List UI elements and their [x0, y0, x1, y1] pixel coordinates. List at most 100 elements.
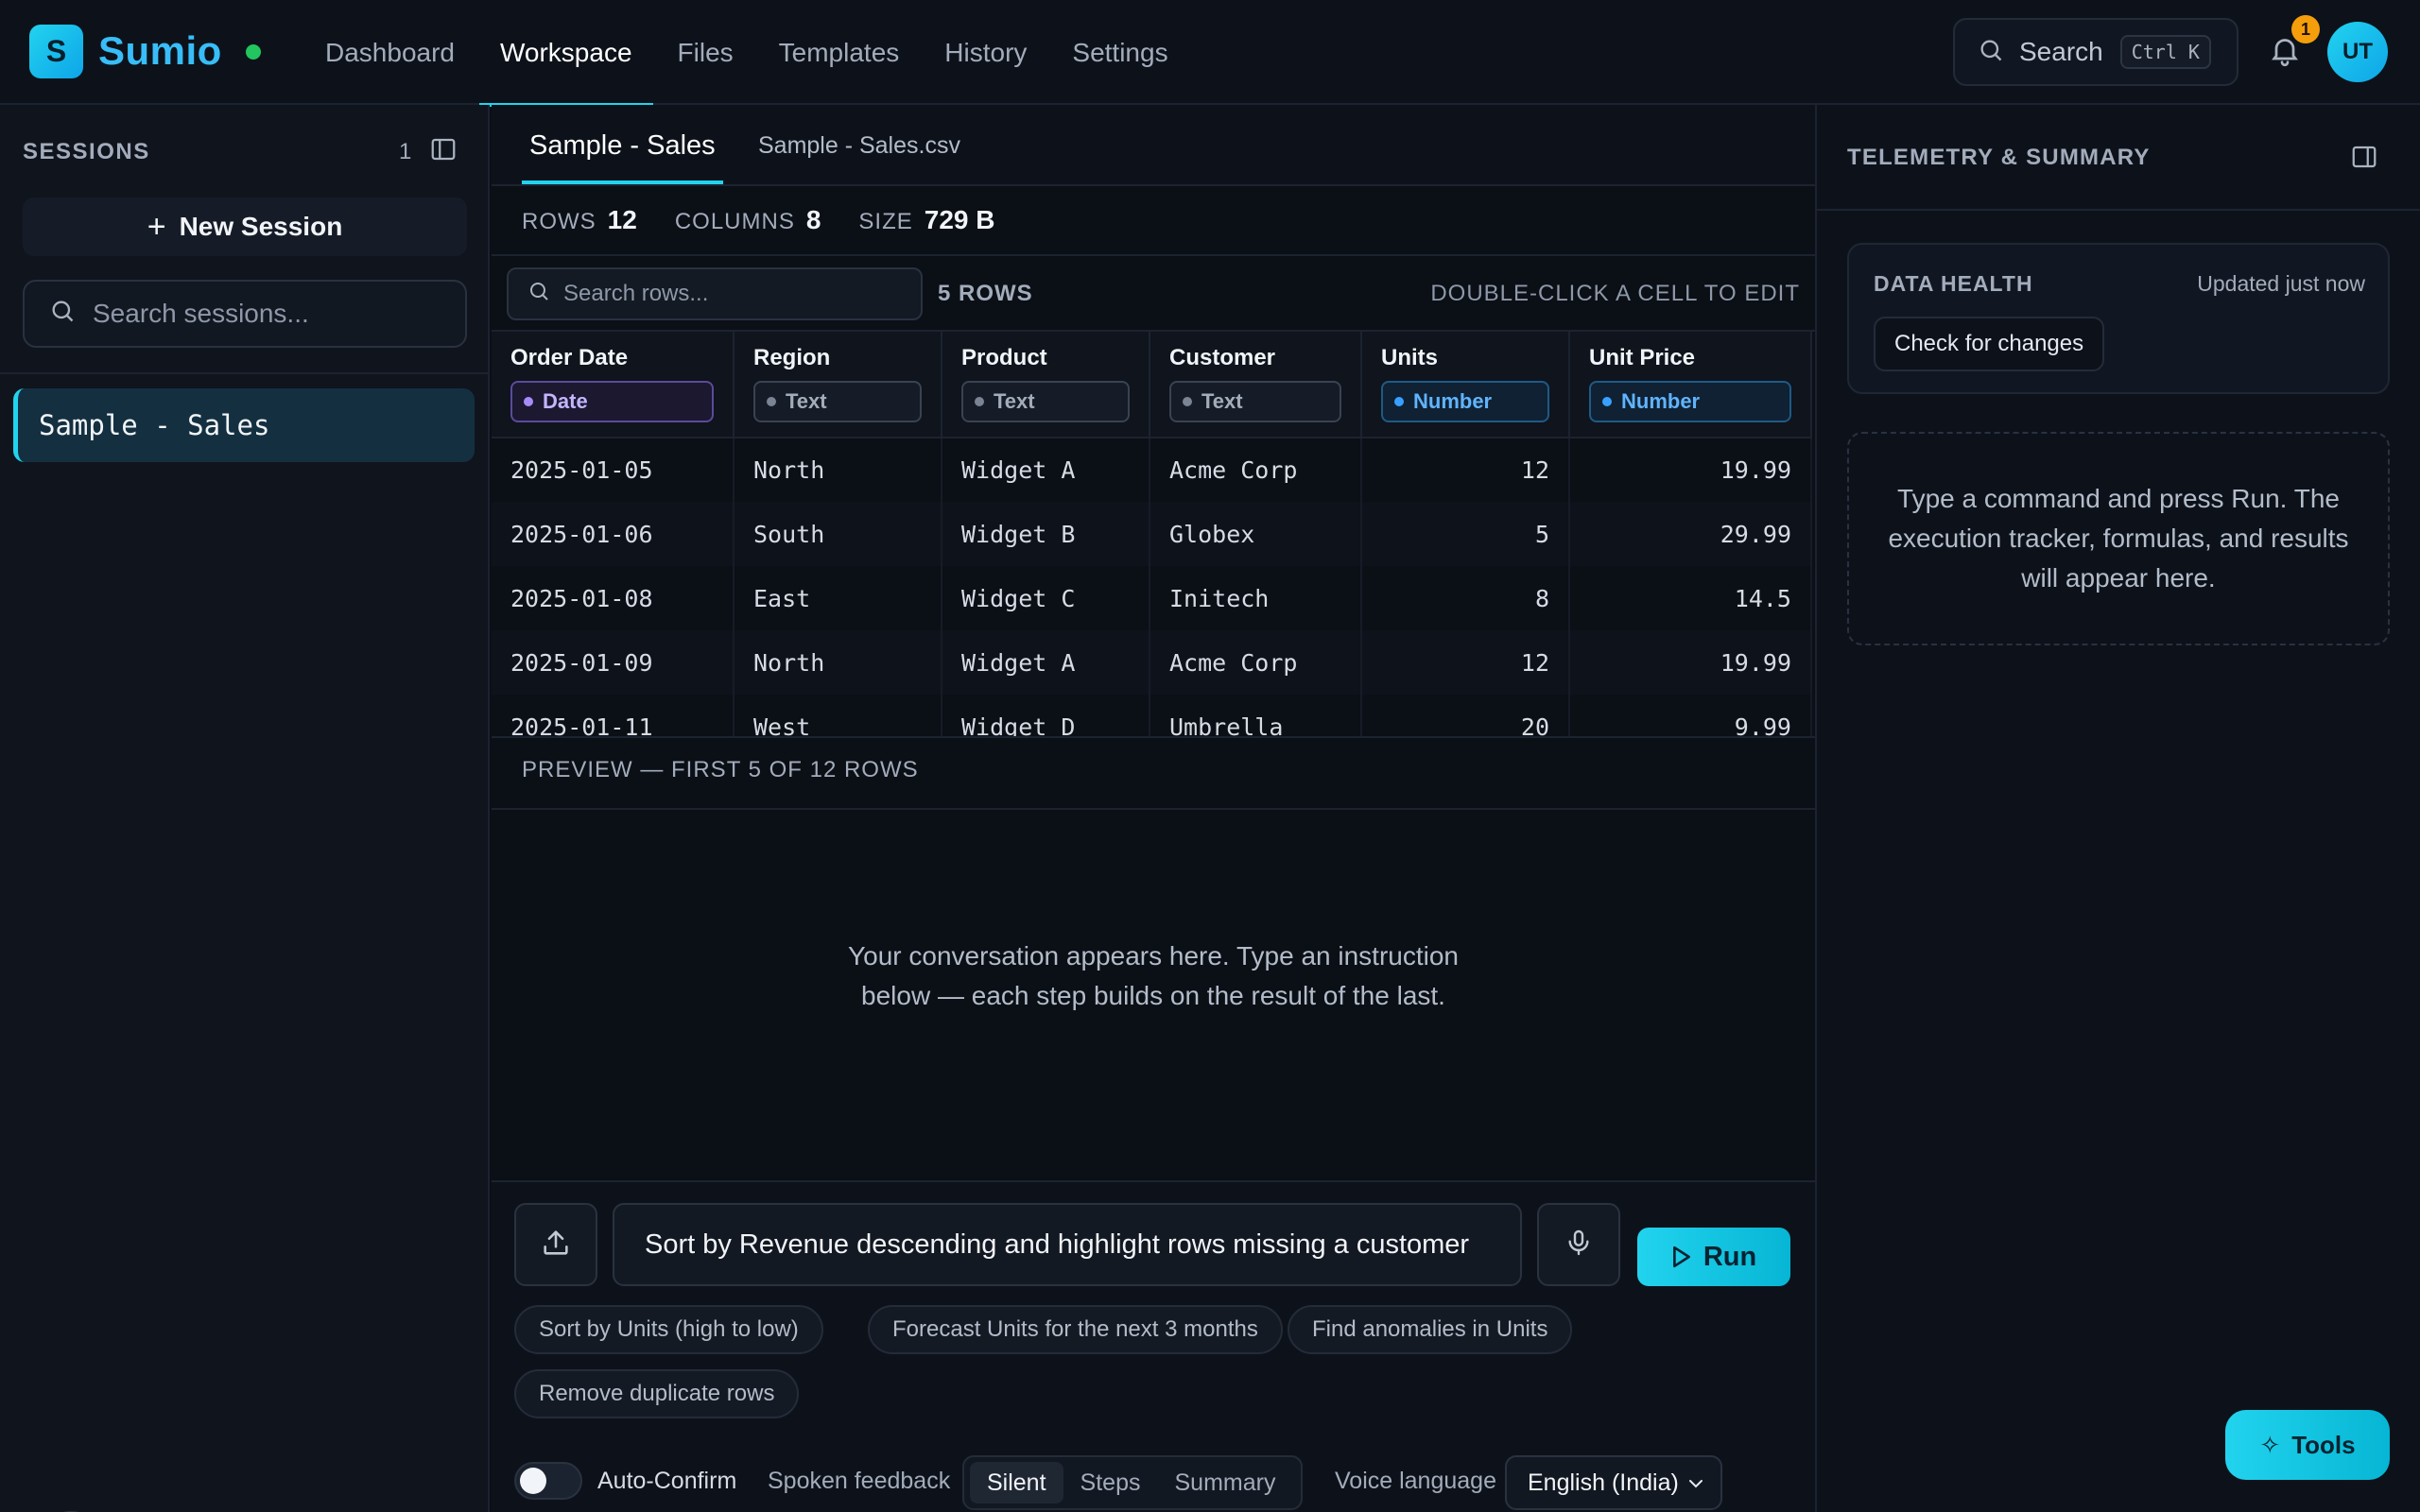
- feedback-option-silent[interactable]: Silent: [970, 1462, 1063, 1503]
- table-cell[interactable]: Widget D: [942, 695, 1150, 736]
- table-cell[interactable]: 2025-01-05: [492, 438, 735, 502]
- stat-value: 8: [805, 205, 821, 234]
- tab-sample-sales-csv[interactable]: Sample - Sales.csv: [758, 105, 960, 186]
- column-header-units[interactable]: Units Number: [1361, 332, 1570, 438]
- upload-button[interactable]: [514, 1203, 597, 1286]
- table-cell[interactable]: 12: [1361, 630, 1570, 695]
- nav-templates[interactable]: Templates: [756, 0, 923, 105]
- table-cell[interactable]: 20: [1361, 695, 1570, 736]
- table-row: 2025-01-09 North Widget A Acme Corp 12 1…: [492, 630, 1812, 695]
- nav-dashboard[interactable]: Dashboard: [302, 0, 477, 105]
- table-cell[interactable]: 2025-01-09: [492, 630, 735, 695]
- table-cell[interactable]: Acme Corp: [1150, 438, 1362, 502]
- table-cell[interactable]: Widget A: [942, 630, 1150, 695]
- suggestion-chip[interactable]: Forecast Units for the next 3 months: [868, 1305, 1283, 1354]
- table-cell[interactable]: Acme Corp: [1150, 630, 1362, 695]
- column-type-select[interactable]: Date: [510, 381, 714, 422]
- column-type-select[interactable]: Text: [961, 381, 1130, 422]
- app-name[interactable]: Sumio: [98, 28, 222, 74]
- type-dot-icon: [1183, 397, 1192, 406]
- table-cell[interactable]: North: [734, 630, 942, 695]
- table-cell[interactable]: West: [734, 695, 942, 736]
- execution-empty-state: Type a command and press Run. The execut…: [1847, 432, 2390, 645]
- table-header-row: Order Date Date Region Text Product Text…: [492, 332, 1812, 438]
- sessions-sidebar: SESSIONS 1 + New Session Search sessions…: [0, 105, 490, 1512]
- table-cell[interactable]: 2025-01-06: [492, 502, 735, 566]
- table-cell[interactable]: East: [734, 566, 942, 630]
- table-cell[interactable]: Initech: [1150, 566, 1362, 630]
- table-cell[interactable]: Widget B: [942, 502, 1150, 566]
- table-cell[interactable]: 8: [1361, 566, 1570, 630]
- column-type-select[interactable]: Number: [1381, 381, 1549, 422]
- collapse-panel-button[interactable]: [2350, 143, 2380, 173]
- session-search-input[interactable]: Search sessions...: [23, 280, 467, 348]
- nav-files[interactable]: Files: [655, 0, 756, 105]
- feedback-option-summary[interactable]: Summary: [1157, 1462, 1292, 1503]
- voice-input-button[interactable]: [1537, 1203, 1620, 1286]
- data-health-card: DATA HEALTH Updated just now Check for c…: [1847, 243, 2390, 394]
- table-cell[interactable]: Widget A: [942, 438, 1150, 502]
- column-header-order-date[interactable]: Order Date Date: [492, 332, 735, 438]
- notification-count-badge: 1: [2291, 15, 2320, 43]
- table-cell[interactable]: North: [734, 438, 942, 502]
- table-cell[interactable]: Widget C: [942, 566, 1150, 630]
- column-name: Order Date: [510, 345, 629, 370]
- telemetry-panel: TELEMETRY & SUMMARY DATA HEALTH Updated …: [1815, 105, 2420, 1512]
- nav-history[interactable]: History: [922, 0, 1049, 105]
- table-cell[interactable]: 5: [1361, 502, 1570, 566]
- voice-language-select[interactable]: English (India): [1505, 1455, 1722, 1510]
- suggestion-chip[interactable]: Sort by Units (high to low): [514, 1305, 823, 1354]
- table-cell[interactable]: South: [734, 502, 942, 566]
- suggestion-chip[interactable]: Remove duplicate rows: [514, 1369, 800, 1418]
- data-grid: Order Date Date Region Text Product Text…: [492, 332, 1815, 738]
- check-for-changes-button[interactable]: Check for changes: [1874, 317, 2105, 371]
- global-search-button[interactable]: Search Ctrl K: [1953, 18, 2238, 86]
- column-type-label: Date: [543, 389, 588, 413]
- tab-sample-sales[interactable]: Sample - Sales: [522, 105, 723, 186]
- sparkle-icon: ✧: [2259, 1430, 2281, 1459]
- column-header-unit-price[interactable]: Unit Price Number: [1569, 332, 1812, 438]
- column-type-label: Text: [994, 389, 1035, 413]
- column-header-region[interactable]: Region Text: [734, 332, 942, 438]
- nav-settings[interactable]: Settings: [1049, 0, 1190, 105]
- session-item-sample-sales[interactable]: Sample - Sales: [13, 388, 475, 462]
- auto-confirm-toggle[interactable]: [514, 1462, 582, 1500]
- run-button[interactable]: Run: [1637, 1228, 1790, 1286]
- column-type-select[interactable]: Text: [1169, 381, 1341, 422]
- stat-columns: COLUMNS 8: [675, 205, 821, 235]
- app-logo[interactable]: S: [29, 25, 83, 78]
- column-header-product[interactable]: Product Text: [942, 332, 1150, 438]
- table-cell[interactable]: Umbrella: [1150, 695, 1362, 736]
- table-cell[interactable]: 2025-01-08: [492, 566, 735, 630]
- row-search-input[interactable]: Search rows...: [507, 267, 923, 320]
- play-icon: [1672, 1246, 1690, 1268]
- dataset-stats: ROWS 12 COLUMNS 8 SIZE 729 B: [492, 186, 1815, 256]
- column-type-select[interactable]: Number: [1589, 381, 1791, 422]
- search-shortcut: Ctrl K: [2119, 35, 2211, 69]
- table-row: 2025-01-06 South Widget B Globex 5 29.99: [492, 502, 1812, 566]
- table-cell[interactable]: 2025-01-11: [492, 695, 735, 736]
- search-icon: [527, 280, 550, 309]
- user-avatar[interactable]: UT: [2327, 22, 2388, 82]
- table-cell[interactable]: Globex: [1150, 502, 1362, 566]
- new-session-button[interactable]: + New Session: [23, 198, 467, 256]
- table-cell[interactable]: 12: [1361, 438, 1570, 502]
- column-type-select[interactable]: Text: [753, 381, 922, 422]
- type-dot-icon: [975, 397, 984, 406]
- table-cell[interactable]: 29.99: [1569, 502, 1812, 566]
- table-cell[interactable]: 19.99: [1569, 630, 1812, 695]
- table-cell[interactable]: 9.99: [1569, 695, 1812, 736]
- suggestion-chip[interactable]: Find anomalies in Units: [1288, 1305, 1573, 1354]
- column-type-label: Text: [786, 389, 827, 413]
- collapse-sidebar-button[interactable]: [429, 135, 459, 165]
- tools-button[interactable]: ✧ Tools: [2225, 1410, 2390, 1480]
- column-header-customer[interactable]: Customer Text: [1150, 332, 1362, 438]
- table-cell[interactable]: 19.99: [1569, 438, 1812, 502]
- command-input[interactable]: Sort by Revenue descending and highlight…: [613, 1203, 1522, 1286]
- column-type-label: Number: [1621, 389, 1701, 413]
- table-cell[interactable]: 14.5: [1569, 566, 1812, 630]
- feedback-option-steps[interactable]: Steps: [1063, 1462, 1158, 1503]
- top-bar: S Sumio Dashboard Workspace Files Templa…: [0, 0, 2420, 107]
- chevron-down-icon: [1685, 1472, 1707, 1502]
- nav-workspace[interactable]: Workspace: [477, 0, 655, 107]
